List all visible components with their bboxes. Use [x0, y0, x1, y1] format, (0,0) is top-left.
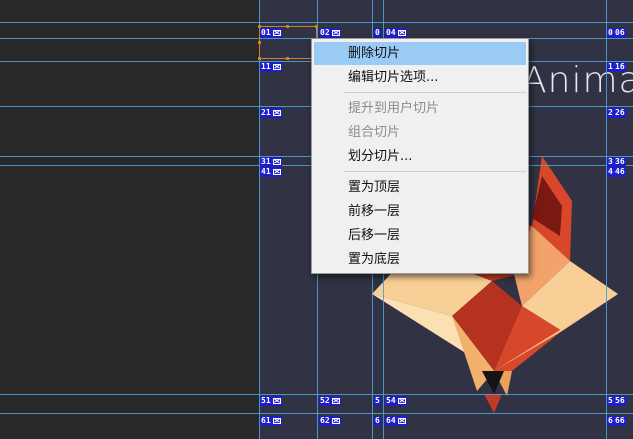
slice-label[interactable]: 21: [260, 108, 282, 118]
slice-label[interactable]: 4: [607, 167, 614, 177]
slice-label[interactable]: 6: [607, 416, 614, 426]
slice-tag-icon: [272, 64, 281, 70]
menu-separator: [344, 92, 526, 93]
slice-tag-icon: [272, 169, 281, 175]
slice-label[interactable]: 06: [614, 28, 626, 38]
slice-tag-icon: [397, 418, 406, 424]
menu-item-divide-slice[interactable]: 划分切片...: [314, 145, 526, 168]
menu-separator: [344, 171, 526, 172]
slice-context-menu: 删除切片 编辑切片选项... 提升到用户切片 组合切片 划分切片... 置为顶层…: [311, 38, 529, 274]
slice-label[interactable]: 2: [607, 108, 614, 118]
slice-label[interactable]: 16: [614, 62, 626, 72]
menu-item-send-backward[interactable]: 后移一层: [314, 224, 526, 247]
menu-item-bring-forward[interactable]: 前移一层: [314, 200, 526, 223]
slice-label[interactable]: 26: [614, 108, 626, 118]
slice-label[interactable]: 31: [260, 157, 282, 167]
slice-tag-icon: [331, 418, 340, 424]
slice-tag-icon: [272, 30, 281, 36]
slice-tag-icon: [397, 30, 406, 36]
slice-label[interactable]: 6: [374, 416, 381, 426]
slice-tag-icon: [272, 110, 281, 116]
menu-item-delete-slice[interactable]: 删除切片: [314, 42, 526, 65]
slice-handle[interactable]: [258, 57, 261, 60]
slice-label[interactable]: 56: [614, 396, 626, 406]
slice-label[interactable]: 04: [385, 28, 407, 38]
slice-label[interactable]: 52: [319, 396, 341, 406]
slice-tag-icon: [272, 398, 281, 404]
slice-label[interactable]: 5: [607, 396, 614, 406]
slice-label[interactable]: 51: [260, 396, 282, 406]
menu-item-promote-to-user-slice[interactable]: 提升到用户切片: [314, 97, 526, 120]
slice-label[interactable]: 62: [319, 416, 341, 426]
design-canvas[interactable]: Anima 01 02 0 04 0 06 11 1 16 21 2 26 31…: [0, 0, 633, 439]
slice-label[interactable]: 5: [374, 396, 381, 406]
slice-label[interactable]: 01: [260, 28, 282, 38]
slice-label[interactable]: 36: [614, 157, 626, 167]
slice-label[interactable]: 61: [260, 416, 282, 426]
menu-item-send-to-back[interactable]: 置为底层: [314, 248, 526, 271]
slice-label[interactable]: 11: [260, 62, 282, 72]
slice-label[interactable]: 02: [319, 28, 341, 38]
menu-item-bring-to-front[interactable]: 置为顶层: [314, 176, 526, 199]
fox-chin: [484, 394, 502, 413]
slice-label[interactable]: 41: [260, 167, 282, 177]
menu-item-combine-slices[interactable]: 组合切片: [314, 121, 526, 144]
slice-tag-icon: [331, 30, 340, 36]
slice-tag-icon: [331, 398, 340, 404]
slice-tag-icon: [272, 159, 281, 165]
slice-handle[interactable]: [315, 25, 318, 28]
slice-tag-icon: [272, 418, 281, 424]
menu-item-edit-slice-options[interactable]: 编辑切片选项...: [314, 66, 526, 89]
slice-handle[interactable]: [258, 41, 261, 44]
slice-label[interactable]: 64: [385, 416, 407, 426]
slice-label[interactable]: 66: [614, 416, 626, 426]
slice-label[interactable]: 46: [614, 167, 626, 177]
slice-label[interactable]: 0: [607, 28, 614, 38]
slice-tag-icon: [397, 398, 406, 404]
slice-label[interactable]: 0: [374, 28, 381, 38]
slice-label[interactable]: 3: [607, 157, 614, 167]
slice-label[interactable]: 54: [385, 396, 407, 406]
slice-label[interactable]: 1: [607, 62, 614, 72]
slice-handle[interactable]: [286, 57, 289, 60]
slice-handle[interactable]: [286, 25, 289, 28]
